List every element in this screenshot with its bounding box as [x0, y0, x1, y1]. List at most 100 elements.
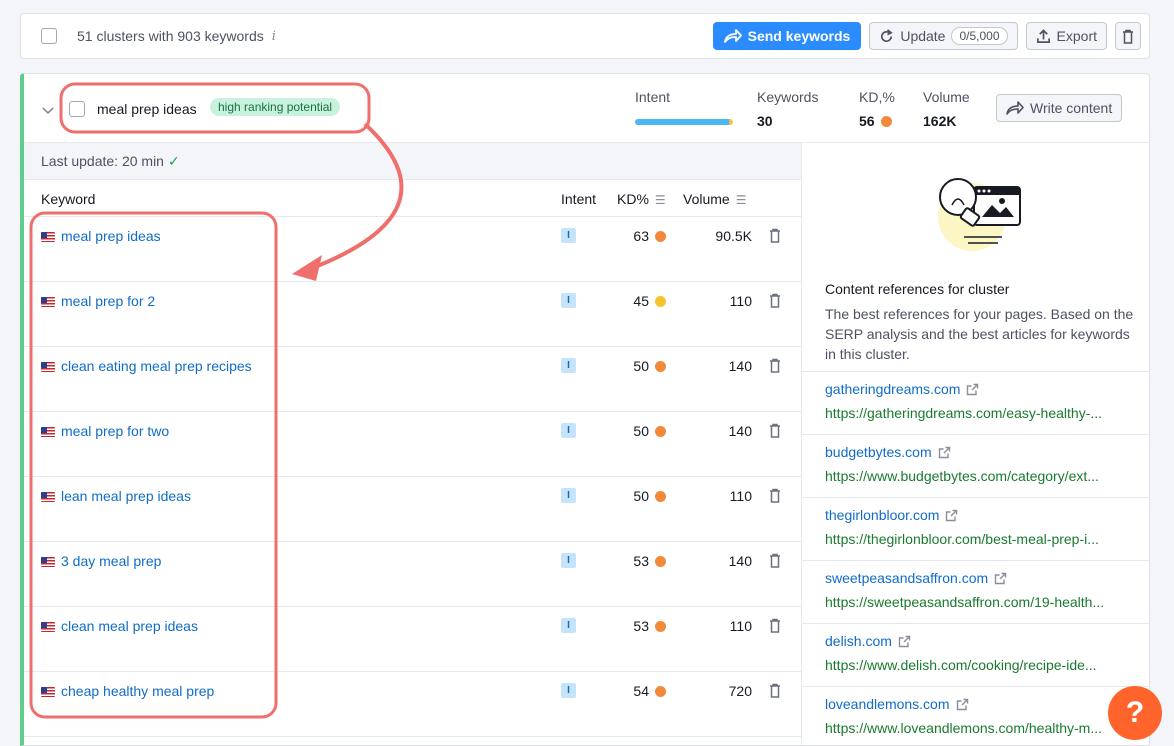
trash-icon[interactable]: [769, 488, 781, 506]
share-arrow-icon: [1006, 101, 1024, 115]
kd-value: 54: [633, 683, 649, 699]
external-link-icon[interactable]: [898, 635, 911, 648]
volume-cell: 90.5K: [715, 228, 752, 244]
us-flag-icon: [41, 427, 55, 437]
reference-url[interactable]: https://gatheringdreams.com/easy-healthy…: [825, 405, 1127, 421]
delete-button[interactable]: [1115, 22, 1141, 50]
keyword-link[interactable]: lean meal prep ideas: [61, 488, 191, 504]
content-references-panel: Content references for cluster The best …: [801, 143, 1149, 745]
reference-item: delish.com https://www.delish.com/cooking…: [802, 623, 1149, 686]
trash-icon[interactable]: [769, 293, 781, 311]
trash-icon[interactable]: [769, 683, 781, 701]
header-volume[interactable]: Volume ☰: [683, 191, 746, 207]
header-kd[interactable]: KD% ☰: [617, 191, 666, 207]
reference-item: sweetpeasandsaffron.com https://sweetpeas…: [802, 560, 1149, 623]
header-intent: Intent: [561, 191, 597, 207]
table-row: meal prep for two I 50 140: [24, 412, 801, 477]
header-volume-label: Volume: [683, 191, 730, 207]
keyword-link[interactable]: 3 day meal prep: [61, 553, 161, 569]
update-button[interactable]: Update 0/5,000: [869, 22, 1018, 50]
kd-dot: [655, 230, 666, 242]
trash-icon[interactable]: [769, 228, 781, 246]
keywords-label: Keywords: [757, 89, 819, 105]
table-row: 3 day meal prep I 53 140: [24, 542, 801, 607]
reference-domain-link[interactable]: budgetbytes.com: [825, 444, 932, 460]
table-row: meal prep ideas I 63 90.5K: [24, 217, 801, 282]
keyword-link[interactable]: meal prep for two: [61, 423, 169, 439]
external-link-icon[interactable]: [938, 446, 951, 459]
toolbar: 51 clusters with 903 keywords i Send key…: [20, 13, 1150, 59]
volume-cell: 140: [728, 553, 752, 569]
references-list: gatheringdreams.com https://gatheringdrea…: [802, 371, 1149, 745]
keyword-link[interactable]: clean meal prep ideas: [61, 618, 198, 634]
reference-item: thegirlonbloor.com https://thegirlonbloor…: [802, 497, 1149, 560]
kd-dot: [655, 685, 666, 697]
reference-url[interactable]: https://www.delish.com/cooking/recipe-id…: [825, 657, 1127, 673]
export-button[interactable]: Export: [1025, 22, 1107, 50]
info-icon[interactable]: i: [272, 29, 276, 44]
reference-item: loveandlemons.com https://www.loveandlemo…: [802, 686, 1149, 745]
intent-badge: I: [561, 488, 576, 503]
send-keywords-button[interactable]: Send keywords: [712, 22, 862, 50]
trash-icon[interactable]: [769, 423, 781, 441]
reference-domain-link[interactable]: thegirlonbloor.com: [825, 507, 939, 523]
update-counter: 0/5,000: [951, 27, 1008, 45]
keyword-link[interactable]: meal prep for 2: [61, 293, 155, 309]
kd-cell: 45: [620, 293, 666, 309]
keyword-link[interactable]: clean eating meal prep recipes: [61, 358, 252, 374]
reference-domain-link[interactable]: gatheringdreams.com: [825, 381, 960, 397]
lightbulb-illustration-icon: [938, 178, 1021, 251]
volume-cell: 140: [728, 358, 752, 374]
metric-volume: Volume 162K: [923, 89, 970, 129]
external-link-icon[interactable]: [994, 572, 1007, 585]
header-kd-label: KD%: [617, 191, 649, 207]
kd-value: 50: [633, 488, 649, 504]
reference-url[interactable]: https://thegirlonbloor.com/best-meal-pre…: [825, 531, 1127, 547]
reference-url[interactable]: https://www.budgetbytes.com/category/ext…: [825, 468, 1127, 484]
trash-icon[interactable]: [769, 618, 781, 636]
kd-dot: [655, 620, 666, 632]
us-flag-icon: [41, 687, 55, 697]
upload-icon: [1036, 28, 1050, 43]
kd-value: 45: [633, 293, 649, 309]
reference-url[interactable]: https://www.loveandlemons.com/healthy-m.…: [825, 720, 1127, 736]
keyword-link[interactable]: meal prep ideas: [61, 228, 161, 244]
intent-badge: I: [561, 228, 576, 243]
kd-cell: 50: [620, 488, 666, 504]
table-row: lean meal prep ideas I 50 110: [24, 477, 801, 542]
write-content-button[interactable]: Write content: [996, 94, 1123, 122]
metric-kd: KD,% 56: [859, 89, 895, 129]
table-row: clean meal prep ideas I 53 110: [24, 607, 801, 672]
kd-cell: 53: [620, 618, 666, 634]
cluster-checkbox[interactable]: [69, 101, 85, 117]
trash-icon[interactable]: [769, 553, 781, 571]
intent-bar: [635, 119, 733, 125]
intent-badge: I: [561, 553, 576, 568]
help-button[interactable]: ?: [1108, 686, 1162, 740]
kd-value: 50: [633, 423, 649, 439]
table-row: cheap healthy meal prep I 54 720: [24, 672, 801, 737]
reference-domain-link[interactable]: loveandlemons.com: [825, 696, 950, 712]
reference-domain-link[interactable]: sweetpeasandsaffron.com: [825, 570, 988, 586]
metric-keywords: Keywords 30: [757, 89, 818, 129]
kd-label: KD,%: [859, 89, 895, 105]
cluster-name: meal prep ideas: [97, 101, 197, 117]
external-link-icon[interactable]: [945, 509, 958, 522]
kd-dot: [655, 295, 666, 307]
reference-item: gatheringdreams.com https://gatheringdrea…: [802, 371, 1149, 434]
reference-url[interactable]: https://sweetpeasandsaffron.com/19-healt…: [825, 594, 1127, 610]
volume-value: 162K: [923, 113, 957, 129]
volume-cell: 720: [728, 683, 752, 699]
us-flag-icon: [41, 297, 55, 307]
intent-badge: I: [561, 358, 576, 373]
reference-domain-link[interactable]: delish.com: [825, 633, 892, 649]
volume-cell: 110: [729, 293, 752, 309]
trash-icon[interactable]: [769, 358, 781, 376]
external-link-icon[interactable]: [966, 383, 979, 396]
chevron-down-icon[interactable]: [42, 102, 54, 118]
kd-value: 50: [633, 358, 649, 374]
us-flag-icon: [41, 492, 55, 502]
external-link-icon[interactable]: [956, 698, 969, 711]
keyword-link[interactable]: cheap healthy meal prep: [61, 683, 214, 699]
select-all-checkbox[interactable]: [41, 28, 57, 44]
